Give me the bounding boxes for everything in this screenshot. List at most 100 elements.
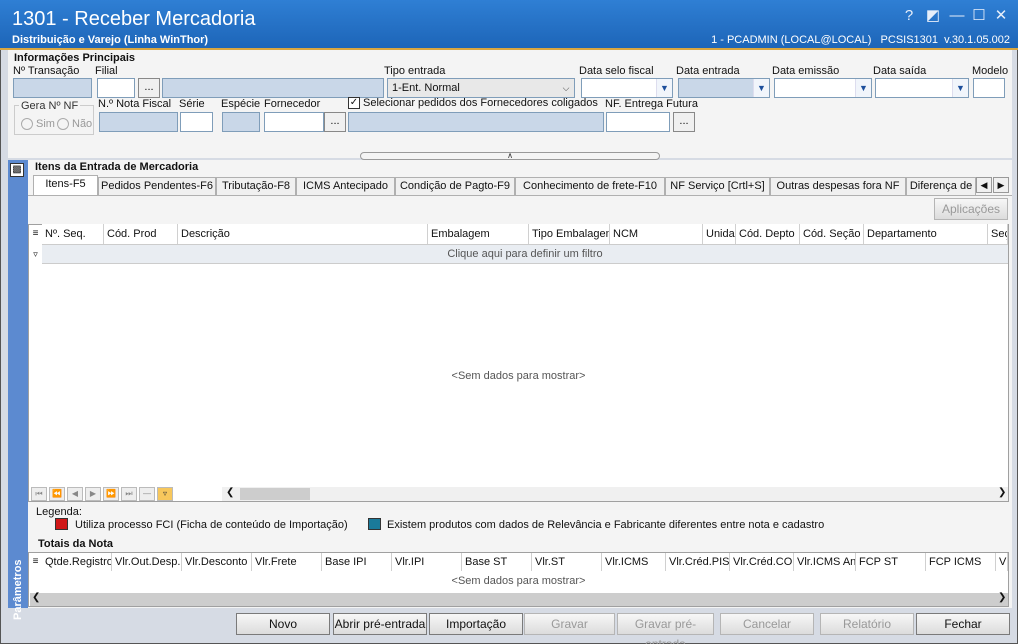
nao-radio[interactable] [57, 118, 69, 130]
grid-column-header[interactable]: Nº. Seq. [42, 224, 104, 244]
totals-column-header[interactable]: Vl [996, 553, 1008, 571]
tab-7[interactable]: Outras despesas fora NF [770, 177, 906, 195]
calendar-dropdown-icon[interactable]: ▼ [855, 79, 871, 97]
relatorio-button[interactable]: Relatório [820, 613, 914, 635]
scroll-right-icon[interactable]: ❯ [998, 487, 1006, 498]
grid-column-header[interactable]: Embalagem [428, 224, 529, 244]
nav-first-icon[interactable]: ⏮ [31, 487, 47, 501]
totals-column-header[interactable]: Vlr.Desconto [182, 553, 252, 571]
totals-column-header[interactable]: Vlr.Créd.CO [730, 553, 794, 571]
tab-0[interactable]: Itens-F5 [33, 175, 98, 195]
tab-8[interactable]: Diferença de [906, 177, 976, 195]
panel-splitter[interactable]: ∧ [360, 152, 660, 160]
data-saida-field[interactable]: ▼ [875, 78, 969, 98]
tab-scroll-left-icon[interactable]: ◀ [976, 177, 992, 193]
nav-next-page-icon[interactable]: ⏩ [103, 487, 119, 501]
fornecedor-search-button[interactable]: ... [324, 112, 346, 132]
nota-fiscal-label: N.º Nota Fiscal [98, 98, 172, 110]
calendar-dropdown-icon[interactable]: ▼ [952, 79, 968, 97]
serie-field[interactable] [180, 112, 213, 132]
nav-last-icon[interactable]: ⏭ [121, 487, 137, 501]
calendar-dropdown-icon[interactable]: ▼ [753, 79, 769, 97]
scroll-left-icon[interactable]: ❮ [32, 592, 40, 603]
totals-column-header[interactable]: Vlr.ST [532, 553, 602, 571]
cancelar-button[interactable]: Cancelar [720, 613, 814, 635]
help-icon[interactable]: ? [898, 6, 920, 26]
totals-column-header[interactable]: Vlr.Créd.PIS [666, 553, 730, 571]
grid-column-header[interactable]: Unida [703, 224, 736, 244]
importacao-button[interactable]: Importação [429, 613, 523, 635]
tipo-entrada-select[interactable]: 1-Ent. Normal ⌵ [387, 78, 575, 98]
filter-icon[interactable]: ▿ [29, 244, 42, 264]
grid-column-header[interactable]: NCM [610, 224, 703, 244]
data-entrada-field[interactable]: ▼ [678, 78, 770, 98]
close-icon[interactable]: ✕ [990, 6, 1012, 26]
restore-layout-icon[interactable]: ◩ [922, 6, 944, 26]
connection-info: 1 - PCADMIN (LOCAL@LOCAL) PCSIS1301 v.30… [711, 34, 1010, 46]
totals-column-header[interactable]: Vlr.ICMS [602, 553, 666, 571]
parametros-sidebar-label[interactable]: Parâmetros [8, 540, 28, 620]
totals-column-header[interactable]: FCP ST [856, 553, 926, 571]
grid-column-header[interactable]: Descrição [178, 224, 428, 244]
totals-column-header[interactable]: FCP ICMS [926, 553, 996, 571]
sim-radio[interactable] [21, 118, 33, 130]
tab-4[interactable]: Condição de Pagto-F9 [395, 177, 515, 195]
nav-prev-icon[interactable]: ◀ [67, 487, 83, 501]
column-chooser-icon[interactable]: ≡ [29, 553, 42, 571]
data-selo-field[interactable]: ▼ [581, 78, 673, 98]
especie-field[interactable] [222, 112, 260, 132]
tab-2[interactable]: Tributação-F8 [216, 177, 296, 195]
filial-search-button[interactable]: ... [138, 78, 160, 98]
column-chooser-icon[interactable]: ≡ [29, 225, 42, 243]
modelo-field[interactable] [973, 78, 1005, 98]
tab-1[interactable]: Pedidos Pendentes-F6 [98, 177, 216, 195]
aplicacoes-button[interactable]: Aplicações [934, 198, 1008, 220]
tab-5[interactable]: Conhecimento de frete-F10 [515, 177, 665, 195]
grid-hscroll-thumb[interactable] [240, 488, 310, 500]
fornecedor-field[interactable] [264, 112, 324, 132]
grid-column-header[interactable]: Cód. Seção [800, 224, 864, 244]
totals-column-header[interactable]: Vlr.Out.Desp. [112, 553, 182, 571]
grid-column-header[interactable]: Departamento [864, 224, 988, 244]
nf-entrega-field[interactable] [606, 112, 670, 132]
nav-prev-page-icon[interactable]: ⏪ [49, 487, 65, 501]
nf-entrega-search-button[interactable]: ... [673, 112, 695, 132]
scroll-right-icon[interactable]: ❯ [998, 592, 1006, 603]
data-saida-label: Data saída [873, 65, 927, 77]
totals-column-header[interactable]: Vlr.IPI [392, 553, 462, 571]
nota-fiscal-field[interactable] [99, 112, 178, 132]
gravar-button[interactable]: Gravar [524, 613, 615, 635]
totals-column-header[interactable]: Vlr.ICMS Ant [794, 553, 856, 571]
calendar-dropdown-icon[interactable]: ▼ [656, 79, 672, 97]
grid-filter-row[interactable]: Clique aqui para definir um filtro [42, 244, 1008, 264]
filial-field[interactable] [97, 78, 135, 98]
grid-hscrollbar[interactable] [222, 487, 1008, 501]
nav-next-icon[interactable]: ▶ [85, 487, 101, 501]
nav-filter-icon[interactable]: ▿ [157, 487, 173, 501]
grid-column-header[interactable]: Seç [988, 224, 1008, 244]
grid-column-header[interactable]: Tipo Embalagem [529, 224, 610, 244]
scroll-left-icon[interactable]: ❮ [226, 487, 234, 498]
totals-column-header[interactable]: Base IPI [322, 553, 392, 571]
totals-hscrollbar[interactable] [30, 593, 1008, 606]
grid-column-header[interactable]: Cód. Depto [736, 224, 800, 244]
abrir-pre-entrada-button[interactable]: Abrir pré-entrada [333, 613, 427, 635]
data-emissao-field[interactable]: ▼ [774, 78, 872, 98]
transacao-field[interactable] [13, 78, 92, 98]
coligados-checkbox[interactable]: ✓ [348, 97, 360, 109]
nav-cancel-icon[interactable]: — [139, 487, 155, 501]
tab-3[interactable]: ICMS Antecipado [296, 177, 395, 195]
tab-scroll-right-icon[interactable]: ▶ [993, 177, 1009, 193]
pin-icon[interactable]: ▩ [10, 163, 24, 177]
grid-column-header[interactable]: Cód. Prod [104, 224, 178, 244]
minimize-icon[interactable]: — [946, 6, 968, 26]
maximize-icon[interactable]: ☐ [968, 6, 990, 26]
fechar-button[interactable]: Fechar [916, 613, 1010, 635]
totals-column-header[interactable]: Vlr.Frete [252, 553, 322, 571]
tab-6[interactable]: NF Serviço [Crtl+S] [665, 177, 770, 195]
totals-column-header[interactable]: Base ST [462, 553, 532, 571]
fornecedor-label: Fornecedor [264, 98, 321, 110]
gravar-pre-entrada-button[interactable]: Gravar pré-entrada [617, 613, 714, 644]
novo-button[interactable]: Novo [236, 613, 330, 635]
totals-column-header[interactable]: Qtde.Registro [42, 553, 112, 571]
